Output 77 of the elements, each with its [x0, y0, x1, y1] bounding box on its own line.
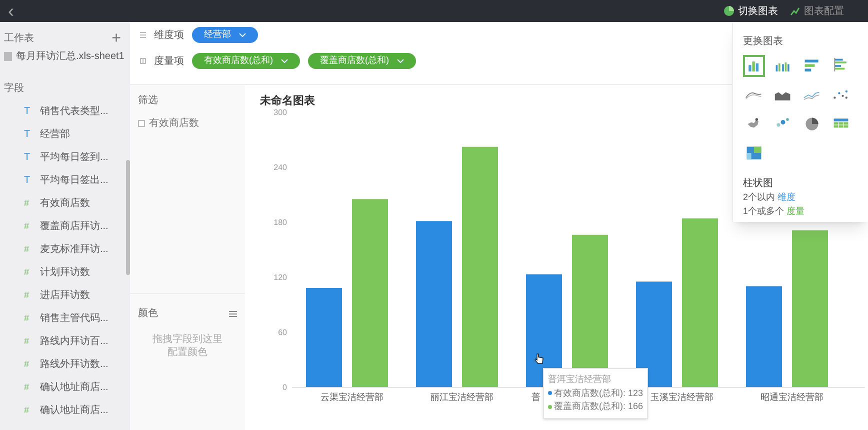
field-type-icon: # — [24, 312, 32, 326]
field-pill[interactable]: 经营部 — [192, 27, 258, 43]
field-item[interactable]: 计划拜访数 — [40, 265, 90, 280]
shelf-label: 度量项 — [154, 54, 184, 68]
axis-tick-label: 120 — [274, 273, 287, 282]
field-item[interactable]: 平均每日签出... — [40, 173, 108, 188]
field-item[interactable]: 确认地址商店... — [40, 403, 108, 418]
heatmap-chart-icon — [745, 144, 763, 162]
add-button[interactable]: + — [112, 30, 121, 47]
field-type-icon: T — [24, 104, 32, 119]
field-type-icon: # — [24, 242, 32, 256]
field-type-icon: # — [24, 196, 32, 210]
list-icon — [140, 32, 146, 38]
caret-icon — [281, 59, 288, 63]
field-item[interactable]: 路线外拜访数... — [40, 357, 108, 372]
field-type-icon: T — [24, 127, 32, 142]
requirement-text: 1个或多个 度量 — [743, 204, 806, 218]
tooltip-value: 覆盖商店数(总和): 166 — [554, 400, 644, 413]
section-title: 工作表 — [4, 32, 34, 46]
panel-title: 筛选 — [138, 94, 159, 108]
filter-item: 有效商店数 — [149, 116, 199, 131]
axis-tick-label: 300 — [274, 108, 287, 117]
field-type-icon: # — [24, 334, 32, 348]
caret-icon — [239, 33, 246, 37]
tooltip-title: 普洱宝洁经营部 — [548, 373, 612, 386]
toolbar-tab[interactable]: 图表配置 — [790, 4, 844, 18]
bar[interactable] — [636, 282, 672, 387]
field-type-icon: # — [24, 380, 32, 394]
hand-cursor-icon — [534, 353, 544, 364]
field-item[interactable]: 销售代表类型... — [40, 104, 108, 119]
scrollbar[interactable] — [126, 160, 130, 275]
sheet-icon — [4, 52, 12, 61]
pie-icon — [724, 6, 734, 16]
axis-tick-label: 0 — [282, 383, 287, 392]
field-item[interactable]: 有效商店数 — [40, 196, 90, 211]
field-type-icon: # — [24, 266, 32, 280]
section-title: 字段 — [3, 82, 25, 96]
field-type-icon: T — [24, 150, 32, 165]
panel-title: 颜色 — [138, 306, 158, 321]
checkbox[interactable] — [138, 120, 145, 127]
category-label: 昭通宝洁经营部 — [760, 392, 824, 402]
category-label: 丽江宝洁经营部 — [430, 392, 494, 402]
menu-icon[interactable] — [229, 310, 237, 316]
toolbar-tab[interactable]: 切换图表 — [724, 4, 778, 18]
popover-title: 更换图表 — [743, 34, 784, 49]
field-item[interactable]: 路线内拜访百... — [40, 334, 108, 349]
field-item[interactable]: 确认地址商店... — [40, 380, 108, 395]
field-type-icon: # — [24, 288, 32, 302]
pie-chart-icon — [803, 115, 821, 133]
requirement-text: 2个以内 维度 — [743, 191, 797, 204]
drop-hint: 配置颜色 — [168, 346, 208, 359]
field-item[interactable]: 销售主管代码... — [40, 311, 108, 326]
axis-tick-label: 240 — [274, 163, 287, 172]
field-type-icon: # — [24, 220, 32, 234]
category-label: 普 — [532, 392, 540, 402]
field-type-icon: # — [24, 404, 32, 418]
field-type-icon: # — [24, 358, 32, 372]
grid-icon — [140, 58, 146, 64]
chart-settings-icon — [790, 6, 800, 16]
category-label: 云渠宝洁经营部 — [320, 392, 384, 402]
field-item[interactable]: 经营部 — [40, 127, 70, 142]
chart-title: 未命名图表 — [260, 94, 315, 109]
axis-tick-label: 180 — [274, 218, 287, 227]
shelf-label: 维度项 — [154, 28, 184, 42]
field-item[interactable]: 覆盖商店拜访... — [40, 219, 108, 234]
chart-type-name: 柱状图 — [743, 176, 774, 191]
drop-hint: 拖拽字段到这里 — [152, 333, 222, 346]
back-button[interactable]: ‹ — [8, 2, 14, 20]
field-item[interactable]: 平均每日签到... — [40, 150, 108, 165]
tooltip-value: 有效商店数(总和): 123 — [554, 386, 644, 400]
sheet-item[interactable]: 每月拜访汇总.xls-sheet1 — [16, 48, 124, 64]
field-type-icon: T — [24, 173, 32, 188]
axis-tick-label: 60 — [278, 328, 287, 337]
caret-icon — [397, 59, 404, 63]
field-item[interactable]: 麦克标准拜访... — [40, 242, 108, 257]
category-label: 玉溪宝洁经营部 — [650, 392, 714, 402]
field-item[interactable]: 进店拜访数 — [40, 288, 90, 303]
